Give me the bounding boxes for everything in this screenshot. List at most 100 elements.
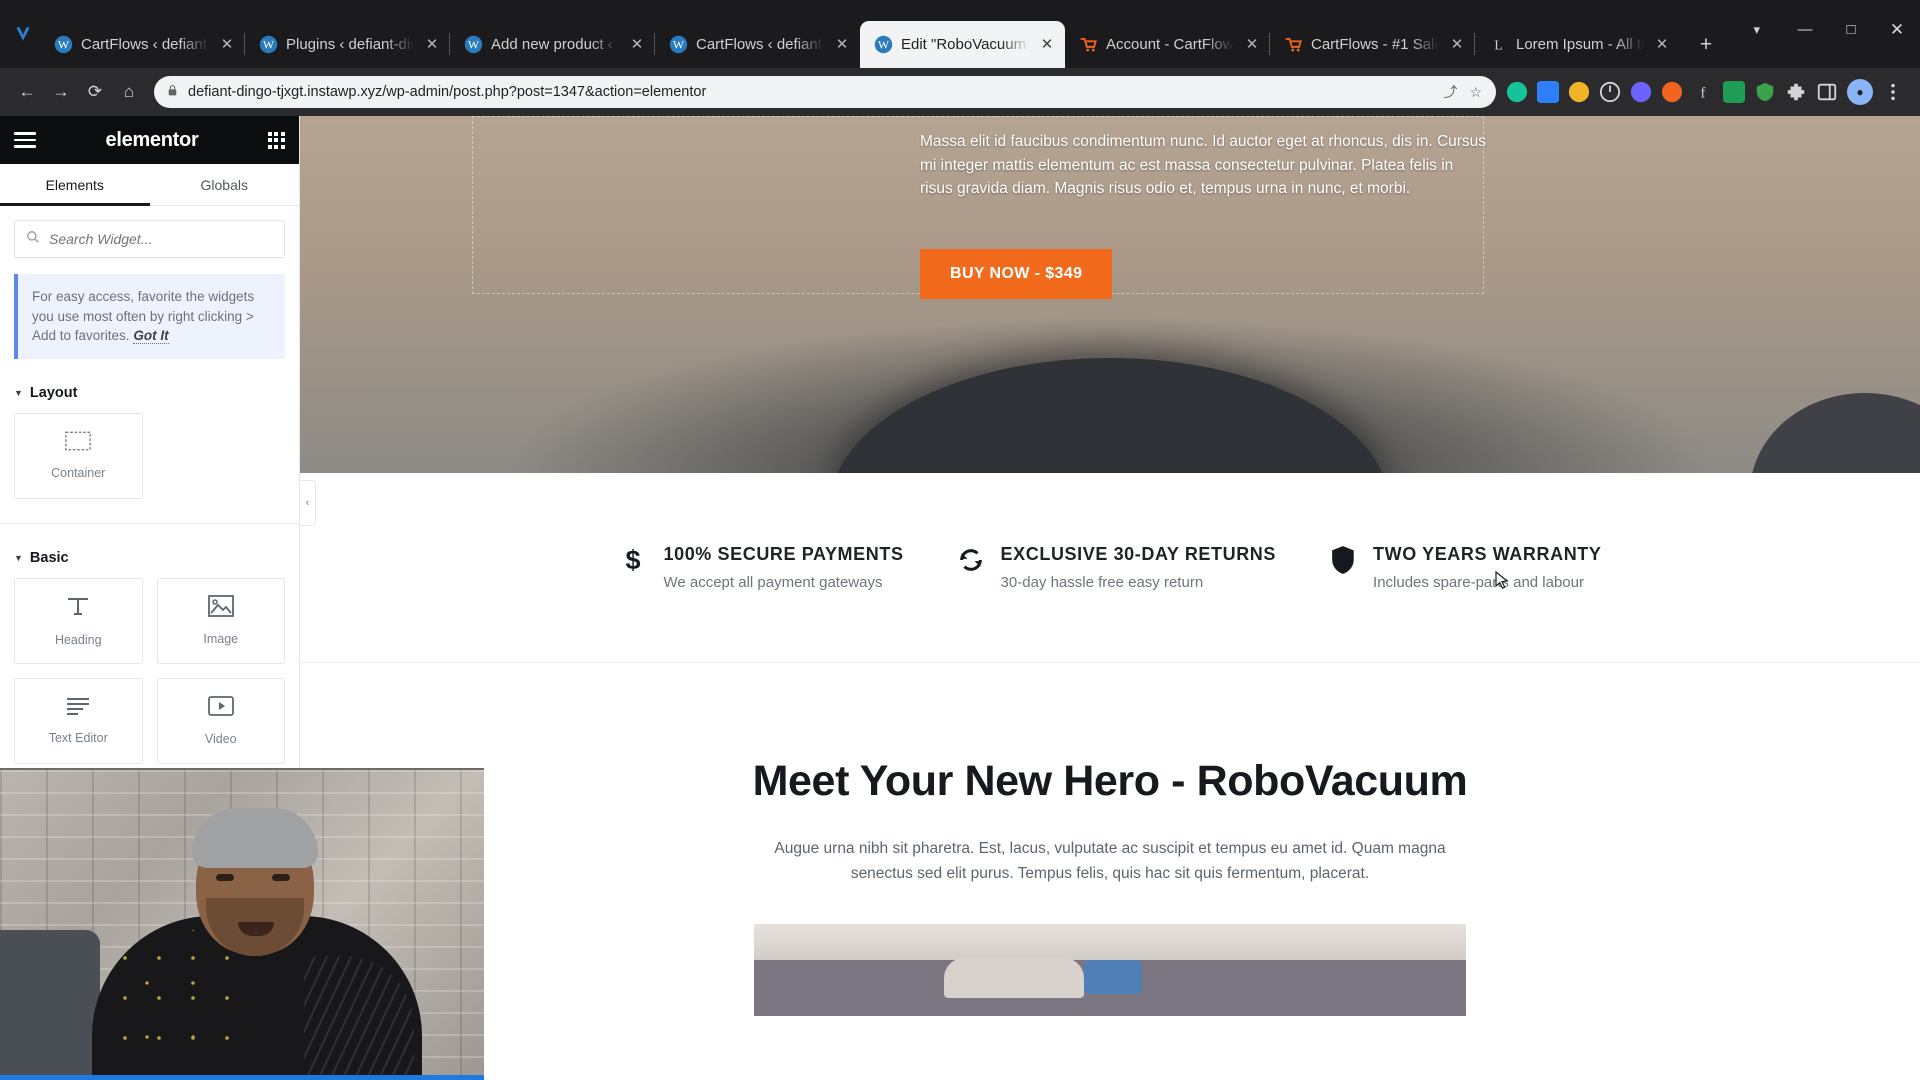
editor-canvas: Massa elit id faucibus condimentum nunc.… [300, 116, 1920, 1080]
presenter-eye-left [216, 874, 234, 881]
grammarly-extension-icon[interactable] [1506, 81, 1528, 103]
panel-collapse-button[interactable]: ‹ [300, 480, 316, 526]
shield-extension-icon[interactable] [1754, 81, 1776, 103]
grid-icon[interactable] [267, 131, 285, 149]
loom-extension-icon[interactable] [1630, 81, 1652, 103]
tab-close-icon[interactable]: ✕ [1447, 35, 1467, 55]
elementor-logo: elementor [105, 128, 199, 151]
browser-tab-1[interactable]: W Plugins ‹ defiant-dingo-t ✕ [244, 21, 450, 68]
favorites-tip-cta[interactable]: Got It [133, 328, 169, 345]
reload-icon[interactable]: ⟳ [78, 75, 112, 109]
blue-extension-icon[interactable] [1537, 81, 1559, 103]
widget-image[interactable]: Image [156, 577, 285, 664]
widget-text-editor[interactable]: Text Editor [14, 677, 143, 764]
colorzilla-extension-icon[interactable] [1568, 81, 1590, 103]
lorem-icon: L [1489, 35, 1508, 54]
bookmark-icon[interactable]: ☆ [1469, 84, 1482, 101]
badge-title: TWO YEARS WARRANTY [1373, 544, 1602, 564]
browser-tab-5[interactable]: Account - CartFlows ✕ [1065, 21, 1270, 68]
window-controls: — □ ✕ [1782, 0, 1920, 60]
puzzle-extension-icon[interactable] [1785, 81, 1807, 103]
widget-label: Image [203, 632, 239, 647]
wordpress-icon: W [669, 35, 688, 54]
minimize-button[interactable]: — [1782, 0, 1828, 60]
browser-chrome: W CartFlows ‹ defiant-dingo- ✕ W Plugins… [0, 0, 1920, 116]
wordpress-icon: W [874, 35, 893, 54]
profile-avatar[interactable]: ● [1847, 79, 1873, 105]
search-widget-box[interactable] [14, 220, 285, 258]
tab-globals[interactable]: Globals [150, 164, 300, 205]
share-icon[interactable]: ⤴ [1443, 82, 1457, 102]
cartflows-icon [1284, 35, 1303, 54]
browser-tab-title: Account - CartFlows [1106, 36, 1234, 53]
badge-returns: EXCLUSIVE 30-DAY RETURNS 30-day hassle f… [956, 544, 1276, 591]
tab-strip: W CartFlows ‹ defiant-dingo- ✕ W Plugins… [0, 0, 1920, 68]
search-widget-input[interactable] [49, 231, 273, 247]
browser-tab-title: Plugins ‹ defiant-dingo-t [286, 36, 414, 53]
browser-menu-icon[interactable] [1882, 81, 1904, 103]
meet-hero-section: Meet Your New Hero - RoboVacuum Augue ur… [300, 663, 1920, 1017]
font-extension-icon[interactable]: f [1692, 81, 1714, 103]
hero-section: Massa elit id faucibus condimentum nunc.… [300, 116, 1920, 473]
tab-close-icon[interactable]: ✕ [1652, 35, 1672, 55]
browser-tab-title: CartFlows ‹ defiant-dingo- [81, 36, 209, 53]
svg-text:W: W [58, 37, 70, 51]
address-bar[interactable]: defiant-dingo-tjxgt.instawp.xyz/wp-admin… [154, 76, 1496, 108]
person-shape [944, 958, 1084, 999]
widget-label: Heading [54, 633, 102, 648]
new-tab-button[interactable]: + [1688, 27, 1724, 63]
meet-image [754, 924, 1466, 1017]
close-window-button[interactable]: ✕ [1874, 0, 1920, 60]
power-extension-icon[interactable] [1599, 81, 1621, 103]
cartflows-icon [1079, 35, 1098, 54]
text-editor-icon [65, 696, 91, 721]
browser-logo-icon [6, 0, 40, 68]
chevron-down-icon: ▼ [14, 387, 23, 398]
shield-icon [1328, 544, 1358, 576]
browser-tab-7[interactable]: L Lorem Ipsum - All the fa ✕ [1474, 21, 1680, 68]
browser-tab-title: CartFlows - #1 Sales Fun [1311, 36, 1439, 53]
wordpress-icon: W [464, 35, 483, 54]
hamburger-menu-icon[interactable] [14, 132, 36, 148]
svg-text:$: $ [626, 545, 641, 575]
browser-tab-2[interactable]: W Add new product ‹ defia ✕ [449, 21, 655, 68]
tab-elements[interactable]: Elements [0, 164, 150, 206]
widget-label: Text Editor [48, 731, 108, 746]
chevron-down-icon: ▼ [14, 552, 23, 563]
tab-search-icon[interactable]: ▾ [1753, 0, 1760, 60]
browser-tab-6[interactable]: CartFlows - #1 Sales Fun ✕ [1269, 21, 1475, 68]
tab-close-icon[interactable]: ✕ [1242, 35, 1262, 55]
browser-tab-4-active[interactable]: W Edit "RoboVacuum Sales ✕ [860, 21, 1065, 68]
pillow-shape [1084, 960, 1142, 995]
home-icon[interactable]: ⌂ [112, 75, 146, 109]
browser-tab-3[interactable]: W CartFlows ‹ defiant-dingo ✕ [654, 21, 860, 68]
widget-heading[interactable]: Heading [14, 577, 143, 664]
orange-extension-icon[interactable] [1661, 81, 1683, 103]
browser-tab-0[interactable]: W CartFlows ‹ defiant-dingo- ✕ [40, 21, 245, 68]
maximize-button[interactable]: □ [1828, 0, 1874, 60]
recording-progress-bar [0, 1075, 484, 1080]
widget-container[interactable]: Container [14, 412, 143, 499]
chair-shape [0, 930, 100, 1080]
green-extension-icon[interactable] [1723, 81, 1745, 103]
back-icon[interactable]: ← [10, 75, 44, 109]
browser-tab-title: Lorem Ipsum - All the fa [1516, 36, 1644, 53]
widget-video[interactable]: Video [156, 677, 285, 764]
badge-warranty: TWO YEARS WARRANTY Includes spare-parts … [1328, 544, 1601, 591]
buy-now-button[interactable]: BUY NOW - $349 [920, 248, 1113, 299]
section-title-basic[interactable]: ▼ Basic [14, 550, 285, 566]
tab-close-icon[interactable]: ✕ [1037, 35, 1057, 55]
sidebar-toggle-icon[interactable] [1816, 81, 1838, 103]
section-title-layout[interactable]: ▼ Layout [14, 385, 285, 401]
tab-close-icon[interactable]: ✕ [627, 35, 647, 55]
badge-secure-payments: $ 100% SECURE PAYMENTS We accept all pay… [618, 544, 903, 591]
image-icon [207, 595, 234, 622]
svg-text:W: W [468, 37, 480, 51]
forward-icon[interactable]: → [44, 75, 78, 109]
svg-text:W: W [263, 37, 275, 51]
address-bar-url: defiant-dingo-tjxgt.instawp.xyz/wp-admin… [188, 84, 707, 100]
tab-close-icon[interactable]: ✕ [217, 35, 237, 55]
tab-close-icon[interactable]: ✕ [422, 35, 442, 55]
presenter-hair [192, 808, 318, 868]
tab-close-icon[interactable]: ✕ [832, 35, 852, 55]
